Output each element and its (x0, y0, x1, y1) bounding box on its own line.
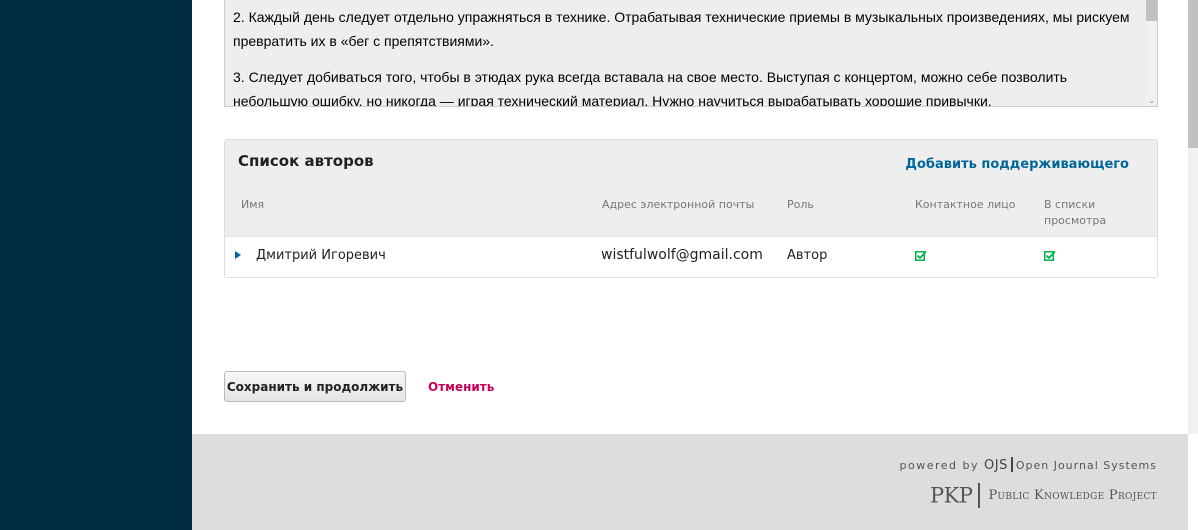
authors-title: Список авторов (238, 152, 374, 170)
page-scrollbar-thumb[interactable] (1188, 0, 1198, 148)
column-header-name: Имя (241, 198, 265, 211)
column-header-email: Адрес электронной почты (602, 198, 755, 211)
authors-grid: Список авторов Добавить поддерживающего … (224, 139, 1158, 278)
pkp-abbr: PKP (930, 483, 973, 508)
editor-scrollbar-thumb[interactable] (1146, 0, 1157, 21)
ojs-full-text: Open Journal Systems (1015, 459, 1157, 472)
column-header-role: Роль (787, 198, 814, 211)
abstract-editor[interactable]: 2. Каждый день следует отдельно упражнят… (224, 0, 1158, 107)
author-role: Автор (787, 248, 828, 263)
checked-box-icon (915, 250, 927, 261)
footer: powered by OJS Open Journal Systems PKP Pu… (192, 434, 1188, 530)
author-email: wistfulwolf@gmail.com (601, 247, 763, 263)
column-header-browse: В списки просмотра (1044, 198, 1107, 227)
divider (978, 483, 981, 508)
triangle-right-icon[interactable] (235, 251, 241, 259)
checked-box-icon (1044, 250, 1056, 261)
pkp-full-text: Public Knowledge Project (988, 488, 1157, 503)
ojs-brand[interactable]: powered by OJS Open Journal Systems (900, 457, 1158, 473)
add-contributor-link[interactable]: Добавить поддерживающего (905, 157, 1129, 172)
divider (1010, 457, 1013, 472)
scroll-down-arrow-icon[interactable]: ⌄ (1148, 96, 1155, 105)
left-sidebar (0, 0, 192, 530)
pkp-brand[interactable]: PKP Public Knowledge Project (930, 483, 1157, 508)
column-header-contact: Контактное лицо (915, 198, 1016, 211)
powered-by-text: powered by (899, 459, 979, 472)
editor-paragraph: 3. Следует добиваться того, чтобы в этюд… (233, 69, 1068, 107)
author-name: Дмитрий Игоревич (256, 248, 386, 263)
cancel-link[interactable]: Отменить (428, 380, 494, 394)
save-and-continue-button[interactable]: Сохранить и продолжить (224, 371, 406, 402)
table-row: Дмитрий Игоревич wistfulwolf@gmail.com А… (225, 236, 1157, 277)
ojs-text: OJS (984, 458, 1008, 473)
editor-paragraph: 2. Каждый день следует отдельно упражнят… (233, 9, 1130, 49)
